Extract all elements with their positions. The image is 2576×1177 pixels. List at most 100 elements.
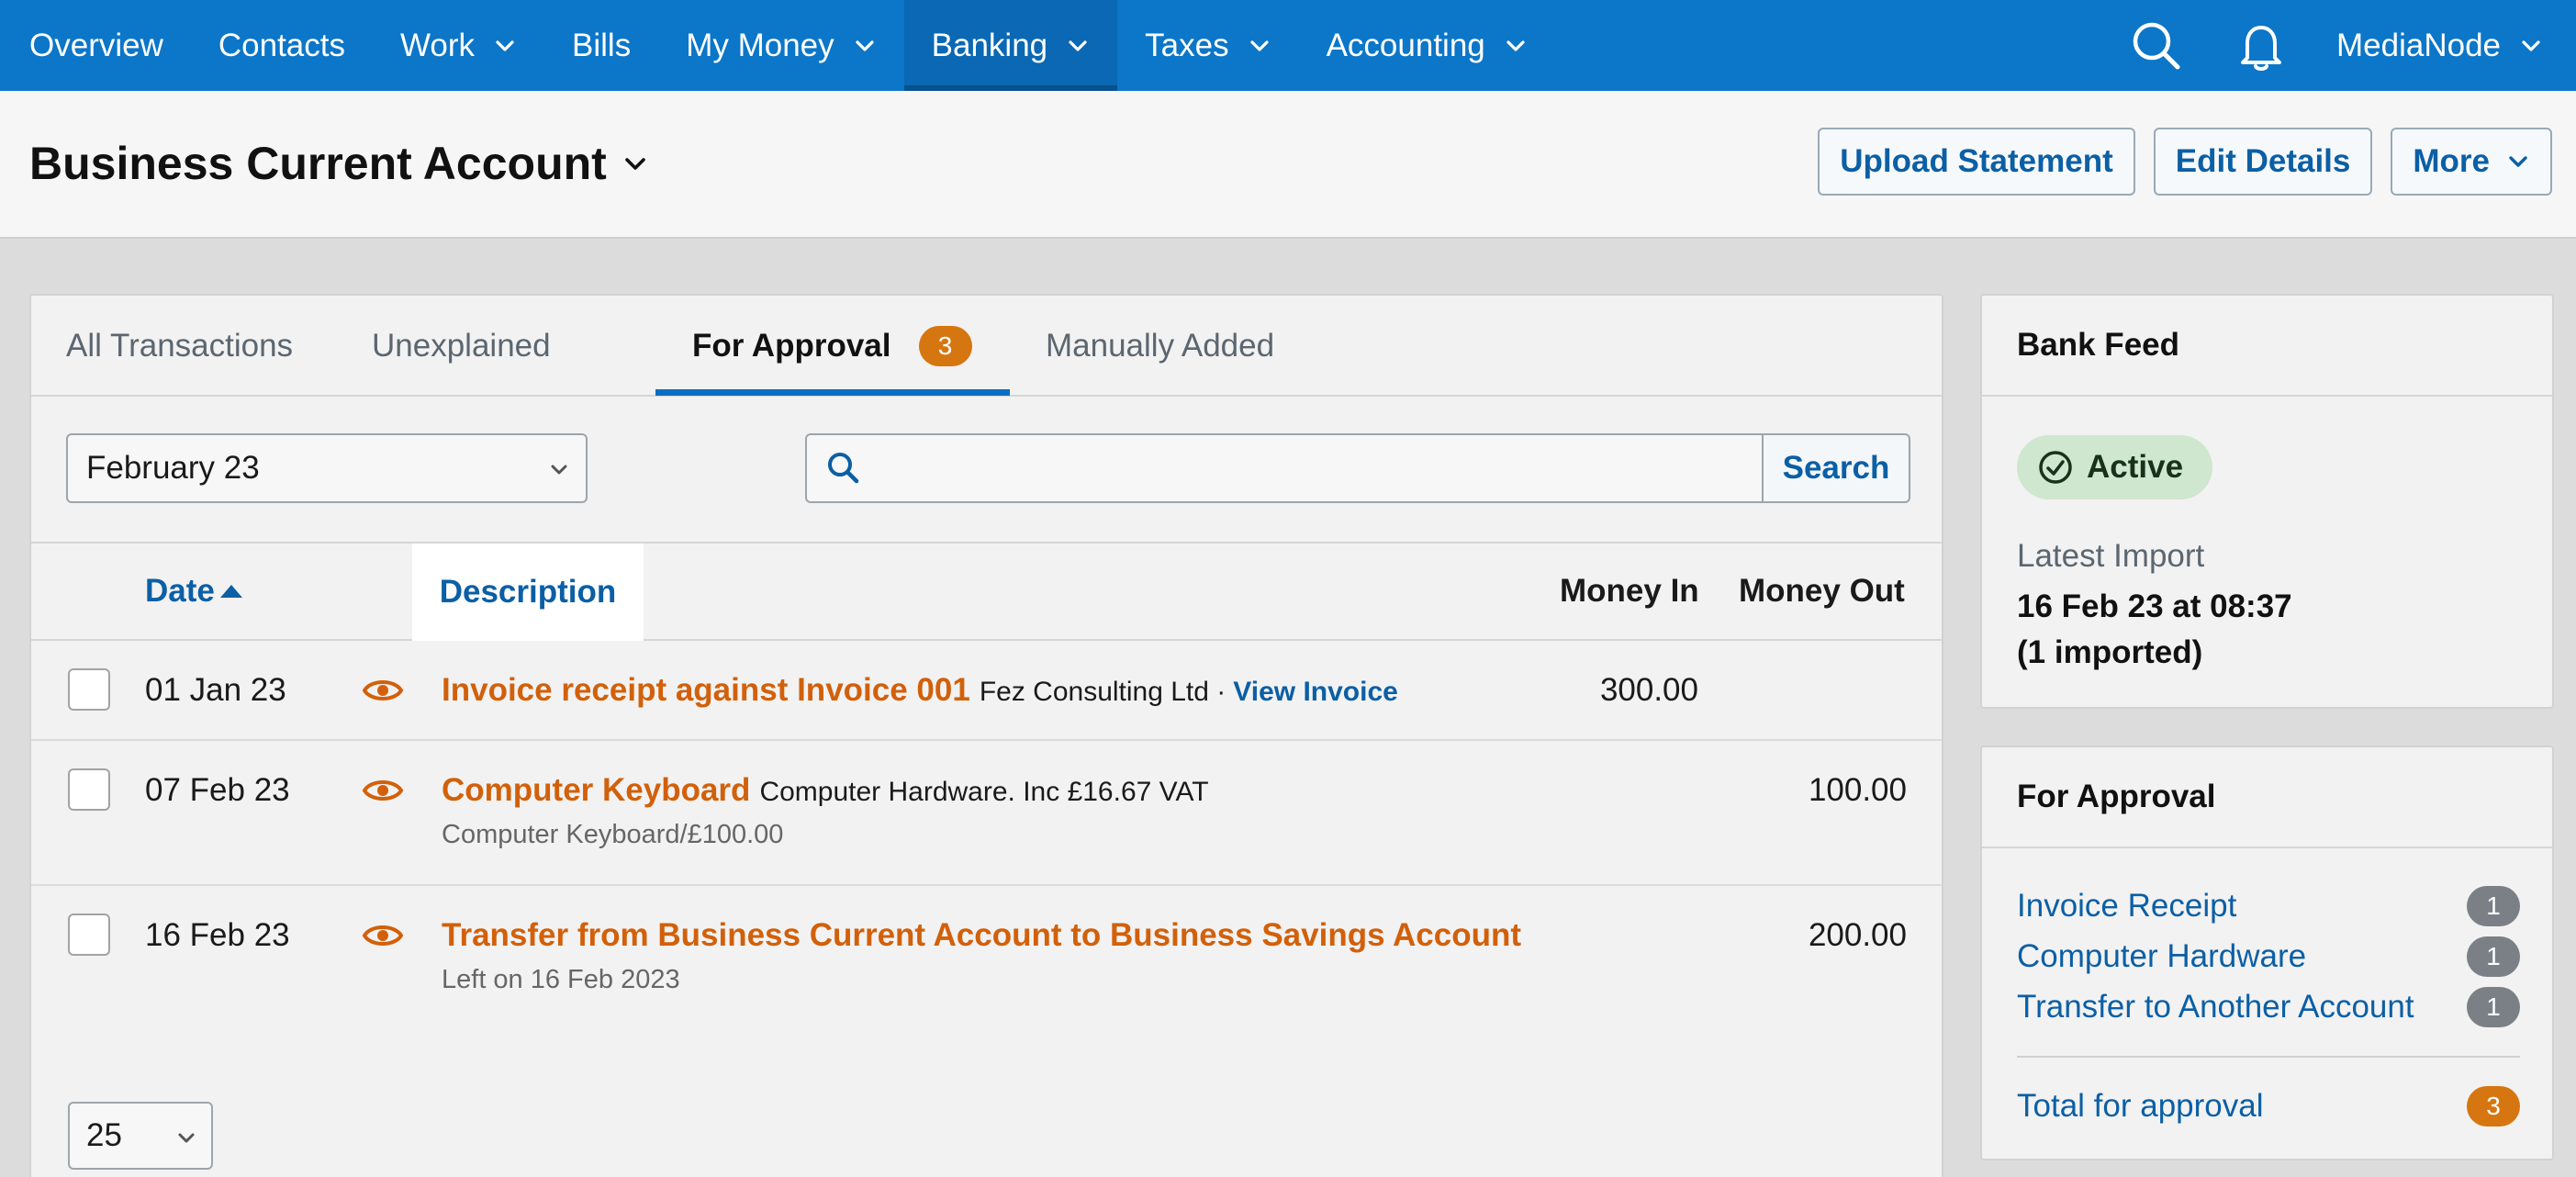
row-date: 07 Feb 23 xyxy=(145,772,290,808)
description-column-header[interactable]: Description xyxy=(412,544,644,641)
total-for-approval-link[interactable]: Total for approval 3 xyxy=(2017,1083,2520,1129)
nav-work-label: Work xyxy=(400,27,476,63)
approval-item-invoice-receipt[interactable]: Invoice Receipt 1 xyxy=(2017,883,2520,929)
eye-icon[interactable] xyxy=(362,919,404,952)
tab-unexplained-label: Unexplained xyxy=(372,328,551,364)
approval-item-label: Transfer to Another Account xyxy=(2017,989,2414,1025)
more-button[interactable]: More xyxy=(2391,128,2552,196)
row-money-in: 300.00 xyxy=(1599,672,1698,708)
row-checkbox[interactable] xyxy=(68,914,110,956)
nav-banking-label: Banking xyxy=(931,27,1048,63)
edit-details-label: Edit Details xyxy=(2175,143,2351,179)
tab-manually-added[interactable]: Manually Added xyxy=(1046,296,1274,397)
status-label: Active xyxy=(2087,449,2184,485)
table-header: Date Description Money In Money Out xyxy=(31,544,1942,641)
account-selector[interactable]: Business Current Account xyxy=(29,137,649,190)
view-invoice-link[interactable]: View Invoice xyxy=(1233,677,1398,708)
eye-icon[interactable] xyxy=(362,774,404,807)
row-money-out: 200.00 xyxy=(1808,917,1907,953)
approval-item-transfer[interactable]: Transfer to Another Account 1 xyxy=(2017,984,2520,1030)
user-name: MediaNode xyxy=(2336,27,2501,63)
search-icon xyxy=(828,453,859,484)
tab-for-approval-label: For Approval xyxy=(692,328,891,364)
date-column-header[interactable]: Date xyxy=(145,573,242,610)
filter-row: February 23 Search xyxy=(31,397,1942,544)
total-for-approval-label: Total for approval xyxy=(2017,1088,2264,1124)
search-button-label: Search xyxy=(1782,450,1890,486)
eye-icon[interactable] xyxy=(362,674,404,707)
chevron-down-icon xyxy=(2522,39,2540,51)
transaction-subtext: Left on 16 Feb 2023 xyxy=(442,965,680,994)
status-badge: Active xyxy=(2017,435,2213,499)
row-checkbox[interactable] xyxy=(68,768,110,811)
chevron-down-icon xyxy=(178,1133,195,1143)
search-icon[interactable] xyxy=(2127,17,2186,75)
nav-taxes-label: Taxes xyxy=(1145,27,1229,63)
table-row: 07 Feb 23 Computer Keyboard Computer Har… xyxy=(31,741,1942,886)
approval-item-label: Computer Hardware xyxy=(2017,938,2307,974)
bell-icon[interactable] xyxy=(2232,17,2290,75)
approval-item-count: 1 xyxy=(2467,987,2520,1027)
latest-import-count: (1 imported) xyxy=(2017,634,2203,670)
chevron-down-icon xyxy=(1069,39,1087,51)
nav-accounting-label: Accounting xyxy=(1326,27,1485,63)
header-actions: Upload Statement Edit Details More xyxy=(1818,128,2552,196)
transaction-title-link[interactable]: Transfer from Business Current Account t… xyxy=(442,917,1521,954)
transaction-title-link[interactable]: Computer Keyboard xyxy=(442,772,750,809)
row-date: 01 Jan 23 xyxy=(145,672,286,708)
nav-my-money[interactable]: My Money xyxy=(658,0,903,91)
nav-bills[interactable]: Bills xyxy=(544,0,658,91)
search-input[interactable] xyxy=(879,450,1705,487)
row-checkbox[interactable] xyxy=(68,668,110,711)
transactions-panel: All Transactions Unexplained For Approva… xyxy=(29,294,1943,1177)
chevron-down-icon xyxy=(2509,156,2527,167)
nav-contacts[interactable]: Contacts xyxy=(191,0,373,91)
row-money-out: 100.00 xyxy=(1808,772,1907,808)
chevron-down-icon xyxy=(551,465,567,475)
money-out-column-header: Money Out xyxy=(1739,573,1905,609)
nav-contacts-label: Contacts xyxy=(218,27,345,63)
approval-item-computer-hardware[interactable]: Computer Hardware 1 xyxy=(2017,934,2520,980)
edit-details-button[interactable]: Edit Details xyxy=(2153,128,2373,196)
row-description: Transfer from Business Current Account t… xyxy=(442,917,1530,954)
approval-item-count: 1 xyxy=(2467,936,2520,977)
period-value: February 23 xyxy=(86,450,260,486)
per-page-select[interactable]: 25 xyxy=(68,1102,213,1170)
tab-for-approval[interactable]: For Approval 3 xyxy=(692,296,972,397)
tab-all-label: All Transactions xyxy=(66,328,294,364)
top-navigation: Overview Contacts Work Bills My Money Ba… xyxy=(0,0,2576,91)
for-approval-card: For Approval Invoice Receipt 1 Computer … xyxy=(1980,745,2554,1160)
nav-my-money-label: My Money xyxy=(686,27,834,63)
latest-import-value: 16 Feb 23 at 08:37 (1 imported) xyxy=(2017,584,2292,676)
nav-accounting[interactable]: Accounting xyxy=(1299,0,1555,91)
nav-work[interactable]: Work xyxy=(373,0,544,91)
latest-import-date: 16 Feb 23 at 08:37 xyxy=(2017,588,2292,624)
nav-banking[interactable]: Banking xyxy=(903,0,1118,91)
row-description: Computer Keyboard Computer Hardware. Inc… xyxy=(442,772,1209,809)
for-approval-title: For Approval xyxy=(1982,747,2552,848)
period-select[interactable]: February 23 xyxy=(66,433,588,503)
approval-count-badge: 3 xyxy=(918,326,972,366)
chevron-down-icon xyxy=(1249,39,1269,51)
per-page-value: 25 xyxy=(86,1117,122,1153)
nav-taxes[interactable]: Taxes xyxy=(1117,0,1298,91)
nav-overview[interactable]: Overview xyxy=(0,0,191,91)
transaction-detail: Computer Hardware. Inc £16.67 VAT xyxy=(759,777,1209,807)
chevron-down-icon xyxy=(1506,39,1525,51)
nav-right-tools: MediaNode xyxy=(2127,0,2576,91)
transaction-title-link[interactable]: Invoice receipt against Invoice 001 xyxy=(442,672,970,709)
sort-ascending-icon xyxy=(219,585,242,598)
nav-bills-label: Bills xyxy=(572,27,632,63)
divider xyxy=(2017,1056,2520,1058)
tab-all-transactions[interactable]: All Transactions xyxy=(66,296,293,397)
user-menu[interactable]: MediaNode xyxy=(2336,28,2576,64)
latest-import-label: Latest Import xyxy=(2017,538,2205,574)
search-button[interactable]: Search xyxy=(1762,433,1910,503)
page-title: Business Current Account xyxy=(29,138,607,189)
search-field xyxy=(805,433,1764,503)
bank-feed-card: Bank Feed Active Latest Import 16 Feb 23… xyxy=(1980,294,2554,709)
check-circle-icon xyxy=(2039,451,2072,484)
tab-unexplained[interactable]: Unexplained xyxy=(372,296,551,397)
table-row: 16 Feb 23 Transfer from Business Current… xyxy=(31,886,1942,1033)
upload-statement-button[interactable]: Upload Statement xyxy=(1818,128,2135,196)
